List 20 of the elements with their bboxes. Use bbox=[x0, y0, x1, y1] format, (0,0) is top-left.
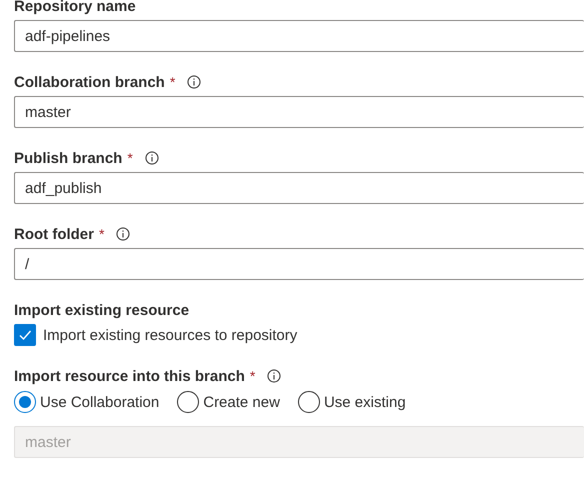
checkbox-label[interactable]: Import existing resources to repository bbox=[43, 326, 298, 344]
field-label: Import resource into this branch bbox=[14, 368, 245, 384]
field-label: Root folder bbox=[14, 226, 94, 242]
field-label: Publish branch bbox=[14, 150, 122, 166]
required-marker: * bbox=[170, 74, 176, 90]
text-field[interactable]: / bbox=[14, 248, 584, 280]
required-marker: * bbox=[127, 150, 133, 166]
checkmark-icon bbox=[18, 328, 32, 342]
checkbox[interactable] bbox=[14, 324, 36, 346]
text-field[interactable]: adf_publish bbox=[14, 172, 584, 204]
info-icon[interactable] bbox=[187, 75, 202, 89]
field-label: Collaboration branch bbox=[14, 74, 165, 90]
field-label: Repository name bbox=[14, 0, 136, 14]
field-label: Import existing resource bbox=[14, 302, 190, 318]
required-marker: * bbox=[99, 226, 104, 242]
text-field[interactable]: master bbox=[14, 96, 584, 128]
text-field[interactable]: adf-pipelines bbox=[14, 20, 584, 52]
required-marker: * bbox=[250, 368, 256, 384]
info-icon[interactable] bbox=[144, 151, 159, 165]
info-icon[interactable] bbox=[116, 227, 130, 241]
